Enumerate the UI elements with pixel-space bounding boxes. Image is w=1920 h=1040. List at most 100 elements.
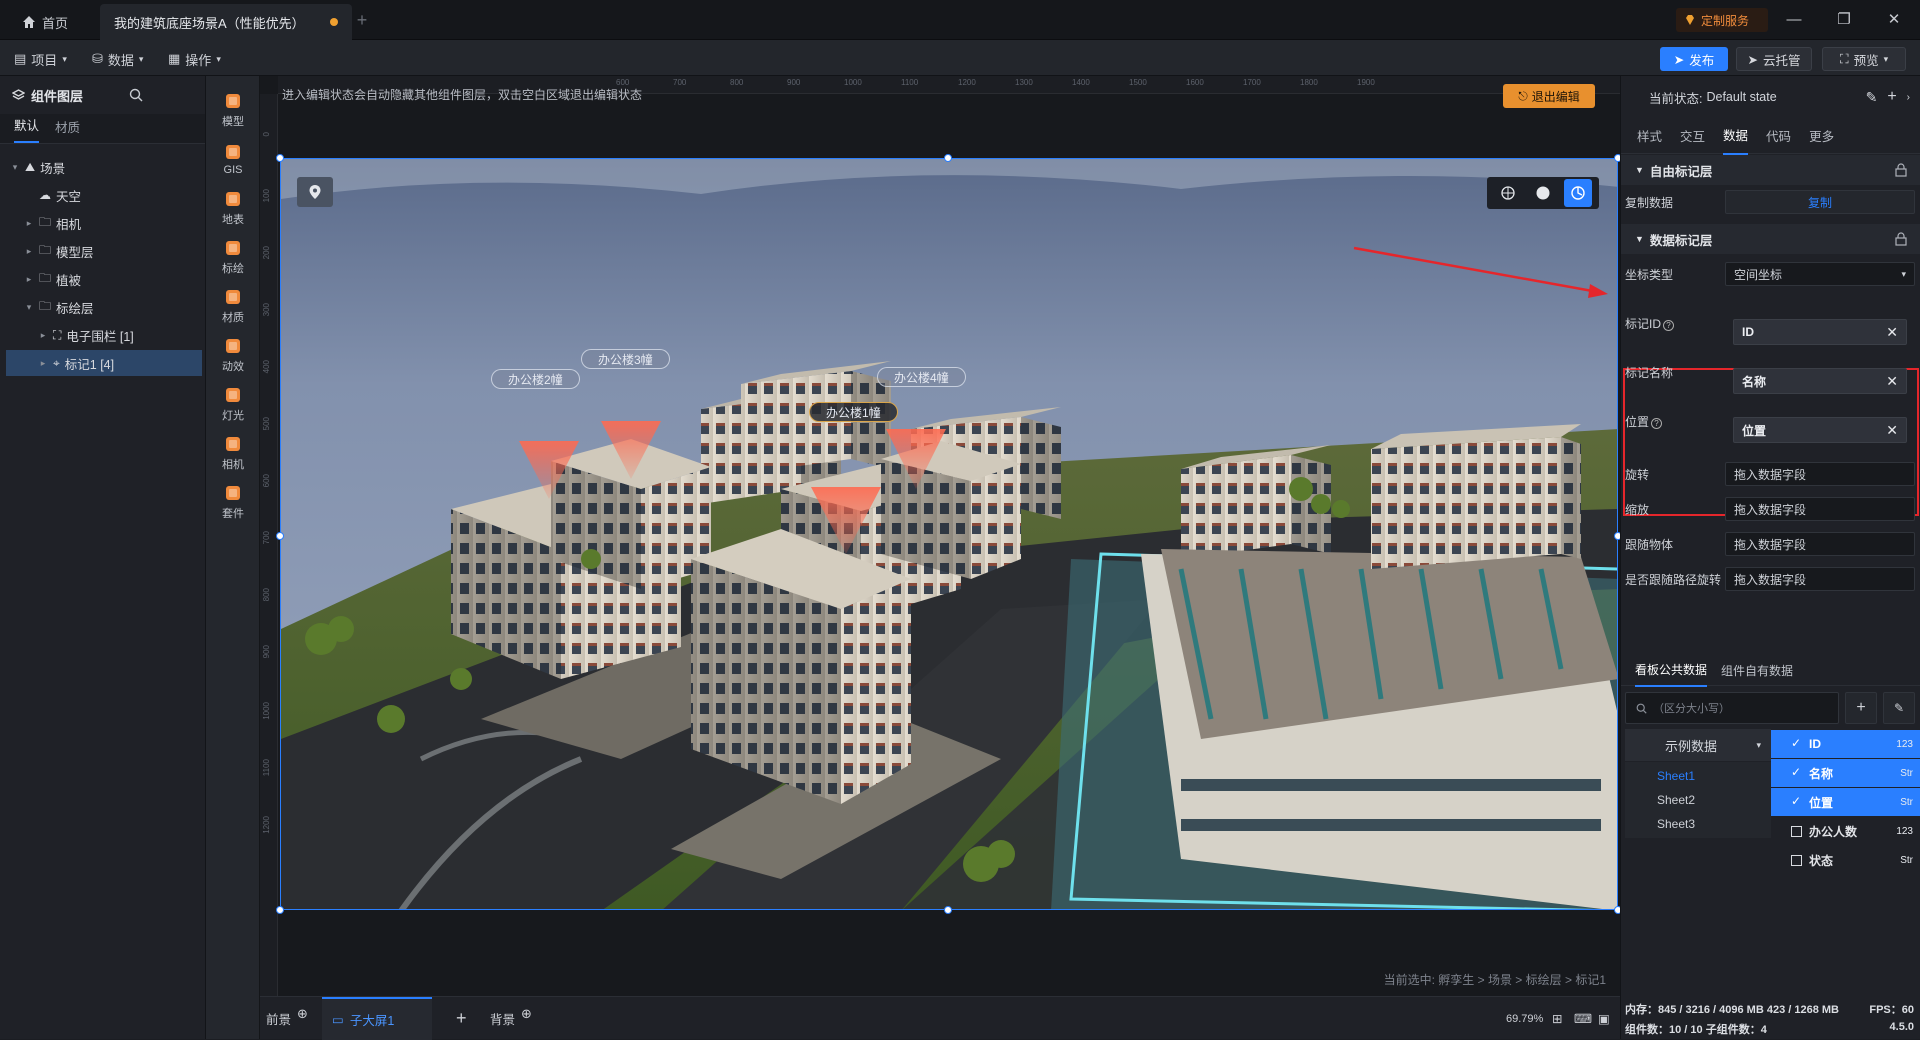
follow-drop-field[interactable]: 拖入数据字段 (1725, 532, 1915, 556)
check-icon[interactable]: ✓ (1791, 736, 1802, 750)
layer-tree-item[interactable]: ▾ ⛰ 场景 (6, 154, 202, 180)
tab-home[interactable]: 首页 (8, 4, 100, 40)
lock-icon[interactable] (1895, 232, 1907, 246)
marker-name-binding[interactable]: 名称 ✕ (1733, 368, 1907, 394)
caret-right-icon[interactable]: ▸ (38, 330, 48, 341)
tab-sub-screen[interactable]: ▭ 子大屏1 (322, 997, 432, 1040)
remove-icon[interactable]: ✕ (1886, 373, 1898, 390)
exit-edit-button[interactable]: ⎋ 退出编辑 (1503, 84, 1595, 108)
scene-marker-label[interactable]: 办公楼2幢 (491, 369, 580, 389)
property-tab[interactable]: 样式 (1637, 117, 1662, 154)
scene-marker-label-selected[interactable]: 办公楼1幢 (809, 402, 898, 422)
layer-tree-item[interactable]: ▸ 🗀 植被 (6, 266, 202, 292)
search-icon[interactable] (129, 88, 143, 102)
restore-button[interactable]: ❐ (1834, 10, 1854, 30)
property-tab[interactable]: 交互 (1680, 117, 1705, 154)
follow-rotation-drop-field[interactable]: 拖入数据字段 (1725, 567, 1915, 591)
tab-background[interactable]: 背景 ⊕ (490, 997, 532, 1040)
preview-button[interactable]: ⛶ 预览 ▾ (1822, 47, 1906, 71)
remove-icon[interactable]: ✕ (1886, 324, 1898, 341)
terminal-icon[interactable]: ▣ (1598, 997, 1610, 1040)
help-icon[interactable]: ? (1651, 417, 1663, 429)
zoom-level[interactable]: 69.79% (1506, 997, 1543, 1040)
layer-tree-item[interactable]: ▾ 🗀 标绘层 (6, 294, 202, 320)
checkbox[interactable] (1791, 825, 1802, 837)
edit-data-button[interactable]: ✎ (1883, 692, 1915, 724)
rotate-view-button[interactable] (1563, 179, 1592, 207)
coord-type-select[interactable]: 空间坐标 ▾ (1725, 262, 1915, 286)
add-circle-icon[interactable]: ⊕ (521, 1006, 532, 1022)
layer-tree-item[interactable]: ☁ 天空 (6, 182, 202, 208)
minimize-button[interactable]: — (1784, 10, 1804, 30)
custom-service-button[interactable]: 定制服务 (1676, 8, 1768, 32)
property-tab[interactable]: 代码 (1766, 117, 1791, 154)
scale-drop-field[interactable]: 拖入数据字段 (1725, 497, 1915, 521)
caret-down-icon[interactable]: ▾ (10, 162, 20, 173)
data-field-item[interactable]: 办公人数 123 (1771, 817, 1920, 845)
chevron-right-icon[interactable]: › (1907, 92, 1910, 103)
field-search-input[interactable]: （区分大小写） (1625, 692, 1839, 724)
add-circle-icon[interactable]: ⊕ (297, 1006, 308, 1022)
caret-down-icon[interactable]: ▾ (24, 302, 34, 313)
resize-handle[interactable] (944, 906, 952, 914)
dataset-select[interactable]: 示例数据 ▾ (1625, 729, 1771, 761)
data-field-item[interactable]: ✓ ID 123 (1771, 730, 1920, 758)
globe-view-button[interactable] (1494, 179, 1522, 207)
tool-item[interactable]: 地表 (206, 182, 260, 234)
keyboard-icon[interactable]: ⌨ (1574, 997, 1592, 1040)
data-marker-layer-section[interactable]: ▼ 数据标记层 (1621, 224, 1920, 254)
tool-item[interactable]: GIS (206, 133, 260, 185)
tab-foreground[interactable]: 前景 ⊕ (266, 997, 308, 1040)
tab-public-data[interactable]: 看板公共数据 (1635, 654, 1708, 687)
tab-default[interactable]: 默认 (14, 115, 40, 143)
close-button[interactable]: ✕ (1884, 10, 1904, 30)
fit-screen-icon[interactable]: ⊞ (1552, 997, 1562, 1040)
property-tab[interactable]: 数据 (1723, 116, 1749, 155)
tool-item[interactable]: 套件 (206, 476, 260, 528)
sheet-item[interactable]: Sheet3 (1625, 810, 1771, 838)
cloud-host-button[interactable]: ➤ 云托管 (1736, 47, 1812, 71)
data-field-item[interactable]: ✓ 名称 Str (1771, 759, 1920, 787)
check-icon[interactable]: ✓ (1791, 765, 1802, 779)
marker-id-binding[interactable]: ID ✕ (1733, 319, 1907, 345)
lock-icon[interactable] (1895, 163, 1907, 177)
tool-item[interactable]: 材质 (206, 280, 260, 332)
rotation-drop-field[interactable]: 拖入数据字段 (1725, 462, 1915, 486)
add-tab-button[interactable]: + (352, 10, 372, 30)
menu-data[interactable]: ⛁ 数据 ▾ (92, 48, 143, 70)
menu-operate[interactable]: ▦ 操作 ▾ (168, 48, 221, 70)
layer-tree-item[interactable]: ▸ 🗀 模型层 (6, 238, 202, 264)
plus-icon[interactable]: + (1887, 88, 1896, 106)
state-value[interactable]: Default state (1706, 90, 1776, 104)
caret-right-icon[interactable]: ▸ (24, 246, 34, 257)
menu-project[interactable]: ▤ 项目 ▾ (14, 48, 67, 70)
publish-button[interactable]: ➤ 发布 (1660, 47, 1728, 71)
edit-icon[interactable]: ✎ (1866, 89, 1878, 106)
tool-item[interactable]: 模型 (206, 84, 260, 136)
caret-right-icon[interactable]: ▸ (24, 274, 34, 285)
sphere-view-button[interactable] (1529, 179, 1557, 207)
remove-icon[interactable]: ✕ (1886, 422, 1898, 439)
location-pin-button[interactable] (297, 177, 333, 207)
caret-right-icon[interactable]: ▸ (24, 218, 34, 229)
tab-scene[interactable]: 我的建筑底座场景A（性能优先） (100, 4, 352, 40)
tab-material[interactable]: 材质 (55, 117, 80, 143)
resize-handle[interactable] (276, 532, 284, 540)
copy-button[interactable]: 复制 (1725, 190, 1915, 214)
resize-handle[interactable] (276, 906, 284, 914)
data-field-item[interactable]: ✓ 位置 Str (1771, 788, 1920, 816)
layer-tree-item[interactable]: ▸ ⌖ 标记1 [4] (6, 350, 202, 376)
editor-canvas[interactable]: 600 700 800 900 1000 1100 1200 1300 1400 1500 1600… (260, 76, 1620, 996)
tool-item[interactable]: 标绘 (206, 231, 260, 283)
data-field-item[interactable]: 状态 Str (1771, 846, 1920, 874)
scene-marker-label[interactable]: 办公楼3幢 (581, 349, 670, 369)
layer-tree-item[interactable]: ▸ 🗀 相机 (6, 210, 202, 236)
resize-handle[interactable] (276, 154, 284, 162)
check-icon[interactable]: ✓ (1791, 794, 1802, 808)
layer-tree-item[interactable]: ▸ ⛶ 电子围栏 [1] (6, 322, 202, 348)
checkbox[interactable] (1791, 854, 1802, 866)
free-marker-layer-section[interactable]: ▼ 自由标记层 (1621, 155, 1920, 185)
property-tab[interactable]: 更多 (1809, 117, 1834, 154)
scene-marker-label[interactable]: 办公楼4幢 (877, 367, 966, 387)
resize-handle[interactable] (944, 154, 952, 162)
